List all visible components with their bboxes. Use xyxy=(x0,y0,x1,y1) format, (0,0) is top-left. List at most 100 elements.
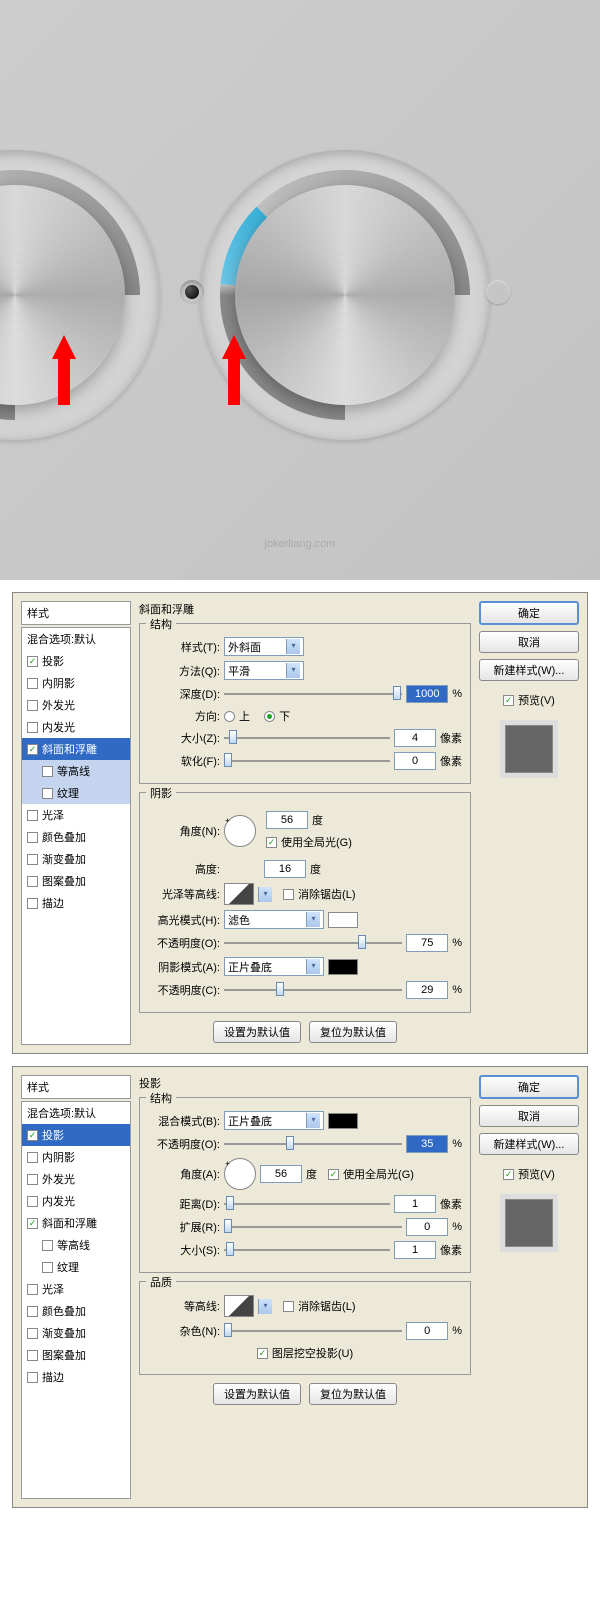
sidebar-item-pattern-overlay[interactable]: 图案叠加 xyxy=(22,1344,130,1366)
make-default-button[interactable]: 设置为默认值 xyxy=(213,1021,301,1043)
size-slider[interactable] xyxy=(224,1242,390,1258)
distance-slider[interactable] xyxy=(224,1196,390,1212)
sidebar-item-texture[interactable]: 纹理 xyxy=(22,1256,130,1278)
size-slider[interactable] xyxy=(224,730,390,746)
shading-group: 阴影 角度(N):56度✓使用全局光(G) 高度:16度 光泽等高线:▾ 消除锯… xyxy=(139,792,471,1013)
soften-input[interactable]: 0 xyxy=(394,752,436,770)
sidebar-item-color-overlay[interactable]: 颜色叠加 xyxy=(22,1300,130,1322)
ok-button[interactable]: 确定 xyxy=(479,601,579,625)
sidebar-item-bevel[interactable]: ✓斜面和浮雕 xyxy=(22,1212,130,1234)
sidebar-item-inner-glow[interactable]: 内发光 xyxy=(22,1190,130,1212)
sidebar-item-inner-shadow[interactable]: 内阴影 xyxy=(22,672,130,694)
sidebar-item-satin[interactable]: 光泽 xyxy=(22,1278,130,1300)
new-style-button[interactable]: 新建样式(W)... xyxy=(479,1133,579,1155)
highlight-opacity-slider[interactable] xyxy=(224,935,402,951)
depth-input[interactable]: 1000 xyxy=(406,685,448,703)
blend-mode-select[interactable]: 正片叠底▾ xyxy=(224,1111,324,1130)
technique-select[interactable]: 平滑▾ xyxy=(224,661,304,680)
noise-input[interactable]: 0 xyxy=(406,1322,448,1340)
shadow-mode-select[interactable]: 正片叠底▾ xyxy=(224,957,324,976)
style-select[interactable]: 外斜面▾ xyxy=(224,637,304,656)
highlight-mode-select[interactable]: 滤色▾ xyxy=(224,910,324,929)
size-input[interactable]: 4 xyxy=(394,729,436,747)
highlight-color-swatch[interactable] xyxy=(328,912,358,928)
gloss-contour-picker[interactable] xyxy=(224,883,254,905)
styles-sidebar: 样式 混合选项:默认 ✓投影 内阴影 外发光 内发光 ✓斜面和浮雕 等高线 纹理… xyxy=(21,601,131,1045)
spread-slider[interactable] xyxy=(224,1219,402,1235)
chevron-down-icon: ▾ xyxy=(286,663,300,678)
direction-down-radio[interactable] xyxy=(264,711,275,722)
global-light-checkbox[interactable]: ✓ xyxy=(266,837,277,848)
sidebar-blend-options[interactable]: 混合选项:默认 xyxy=(22,628,130,650)
ok-button[interactable]: 确定 xyxy=(479,1075,579,1099)
sidebar-header: 样式 xyxy=(21,601,131,625)
sidebar-item-outer-glow[interactable]: 外发光 xyxy=(22,1168,130,1190)
annotation-arrow-icon xyxy=(225,335,243,405)
spread-input[interactable]: 0 xyxy=(406,1218,448,1236)
sidebar-item-drop-shadow[interactable]: ✓投影 xyxy=(22,1124,130,1146)
sidebar-item-drop-shadow[interactable]: ✓投影 xyxy=(22,650,130,672)
chevron-down-icon[interactable]: ▾ xyxy=(258,887,272,902)
shadow-color-swatch[interactable] xyxy=(328,959,358,975)
shadow-opacity-input[interactable]: 29 xyxy=(406,981,448,999)
noise-slider[interactable] xyxy=(224,1323,402,1339)
antialias-checkbox[interactable] xyxy=(283,889,294,900)
sidebar-item-inner-glow[interactable]: 内发光 xyxy=(22,716,130,738)
highlight-opacity-input[interactable]: 75 xyxy=(406,934,448,952)
chevron-down-icon: ▾ xyxy=(286,639,300,654)
sidebar-item-color-overlay[interactable]: 颜色叠加 xyxy=(22,826,130,848)
bevel-settings-panel: 斜面和浮雕 结构 样式(T):外斜面▾ 方法(Q):平滑▾ 深度(D):1000… xyxy=(139,601,471,1045)
make-default-button[interactable]: 设置为默认值 xyxy=(213,1383,301,1405)
angle-input[interactable]: 56 xyxy=(266,811,308,829)
dial-full xyxy=(200,150,490,440)
chevron-down-icon: ▾ xyxy=(306,1113,320,1128)
distance-input[interactable]: 1 xyxy=(394,1195,436,1213)
reset-default-button[interactable]: 复位为默认值 xyxy=(309,1383,397,1405)
shadow-color-swatch[interactable] xyxy=(328,1113,358,1129)
shadow-settings-panel: 投影 结构 混合模式(B):正片叠底▾ 不透明度(O):35% 角度(A):56… xyxy=(139,1075,471,1499)
sidebar-item-bevel[interactable]: ✓斜面和浮雕 xyxy=(22,738,130,760)
sidebar-blend-options[interactable]: 混合选项:默认 xyxy=(22,1102,130,1124)
cancel-button[interactable]: 取消 xyxy=(479,631,579,653)
angle-input[interactable]: 56 xyxy=(260,1165,302,1183)
global-light-checkbox[interactable]: ✓ xyxy=(328,1169,339,1180)
direction-up-radio[interactable] xyxy=(224,711,235,722)
preview-checkbox[interactable]: ✓ xyxy=(503,1169,514,1180)
sidebar-item-outer-glow[interactable]: 外发光 xyxy=(22,694,130,716)
angle-dial[interactable] xyxy=(224,1158,256,1190)
new-style-button[interactable]: 新建样式(W)... xyxy=(479,659,579,681)
preview-checkbox[interactable]: ✓ xyxy=(503,695,514,706)
watermark: jokerliang.com xyxy=(265,538,336,550)
angle-dial[interactable] xyxy=(224,815,256,847)
styles-sidebar: 样式 混合选项:默认 ✓投影 内阴影 外发光 内发光 ✓斜面和浮雕 等高线 纹理… xyxy=(21,1075,131,1499)
sidebar-item-contour[interactable]: 等高线 xyxy=(22,1234,130,1256)
sidebar-item-pattern-overlay[interactable]: 图案叠加 xyxy=(22,870,130,892)
sidebar-item-satin[interactable]: 光泽 xyxy=(22,804,130,826)
altitude-input[interactable]: 16 xyxy=(264,860,306,878)
structure-group: 结构 样式(T):外斜面▾ 方法(Q):平滑▾ 深度(D):1000% 方向:上… xyxy=(139,623,471,784)
shadow-opacity-slider[interactable] xyxy=(224,982,402,998)
sidebar-item-contour[interactable]: 等高线 xyxy=(22,760,130,782)
contour-picker[interactable] xyxy=(224,1295,254,1317)
cancel-button[interactable]: 取消 xyxy=(479,1105,579,1127)
depth-slider[interactable] xyxy=(224,686,402,702)
knockout-checkbox[interactable]: ✓ xyxy=(257,1348,268,1359)
panel-title: 斜面和浮雕 xyxy=(139,601,471,617)
reset-default-button[interactable]: 复位为默认值 xyxy=(309,1021,397,1043)
sidebar-item-inner-shadow[interactable]: 内阴影 xyxy=(22,1146,130,1168)
structure-group: 结构 混合模式(B):正片叠底▾ 不透明度(O):35% 角度(A):56度 ✓… xyxy=(139,1097,471,1273)
size-input[interactable]: 1 xyxy=(394,1241,436,1259)
antialias-checkbox[interactable] xyxy=(283,1301,294,1312)
preview-swatch xyxy=(505,725,553,773)
opacity-slider[interactable] xyxy=(224,1136,402,1152)
opacity-input[interactable]: 35 xyxy=(406,1135,448,1153)
sidebar-item-gradient-overlay[interactable]: 渐变叠加 xyxy=(22,848,130,870)
sidebar-item-stroke[interactable]: 描边 xyxy=(22,892,130,914)
sidebar-item-stroke[interactable]: 描边 xyxy=(22,1366,130,1388)
soften-slider[interactable] xyxy=(224,753,390,769)
sidebar-item-texture[interactable]: 纹理 xyxy=(22,782,130,804)
sidebar-item-gradient-overlay[interactable]: 渐变叠加 xyxy=(22,1322,130,1344)
chevron-down-icon[interactable]: ▾ xyxy=(258,1299,272,1314)
quality-group: 品质 等高线:▾ 消除锯齿(L) 杂色(N):0% ✓图层挖空投影(U) xyxy=(139,1281,471,1375)
annotation-arrow-icon xyxy=(55,335,73,405)
